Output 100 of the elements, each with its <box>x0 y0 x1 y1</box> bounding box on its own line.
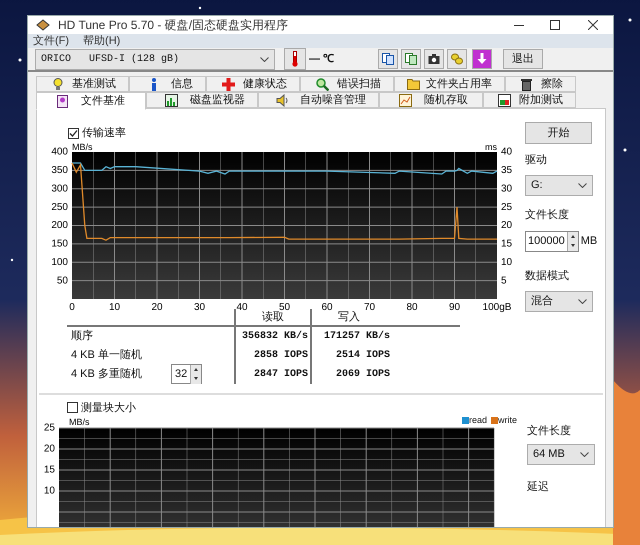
maximize-icon[interactable] <box>550 20 560 30</box>
toolbar-button[interactable] <box>401 49 422 69</box>
block-file-length-select[interactable]: 64 MB <box>527 444 595 465</box>
legend-label: write <box>498 416 517 425</box>
start-button[interactable]: 开始 <box>525 122 592 144</box>
axis-label: 400 <box>51 146 68 158</box>
minimize-icon[interactable] <box>514 24 524 26</box>
magnifier-icon <box>316 78 328 90</box>
window-title: HD Tune Pro 5.70 - 硬盘/固态硬盘实用程序 <box>58 17 288 34</box>
tab[interactable]: 错误扫描 <box>300 76 394 92</box>
write-value: 2514 IOPS <box>336 348 390 362</box>
axis-label: 25 <box>44 422 55 434</box>
chevron-down-icon <box>578 182 587 188</box>
document-icon <box>56 94 68 108</box>
unit-label: MB <box>580 234 598 250</box>
write-value: 2069 IOPS <box>336 368 390 382</box>
axis-label: 350 <box>51 164 68 176</box>
axis-label: 30 <box>501 182 512 194</box>
bar-chart-icon <box>165 94 178 106</box>
file-length-field[interactable]: 100000 <box>525 231 579 252</box>
axis-label: 10 <box>108 302 120 312</box>
tab[interactable]: 文件基准 <box>36 92 146 110</box>
axis-label: 20 <box>501 220 512 231</box>
menu-item[interactable]: 帮助(H) <box>83 32 120 50</box>
field-label: 延迟 <box>527 480 550 495</box>
field-label: 文件长度 <box>527 424 572 438</box>
axis-label: 100 <box>51 256 68 268</box>
temperature-button[interactable] <box>284 48 306 70</box>
tab[interactable]: 自动噪音管理 <box>258 92 379 108</box>
checkbox[interactable] <box>68 128 79 139</box>
row-label: 4 KB 多重随机 <box>71 366 143 382</box>
field-label: 数据模式 <box>525 269 570 284</box>
axis-label: 15 <box>501 238 512 250</box>
checkbox-label: 传输速率 <box>82 126 126 141</box>
axis-label: 0 <box>69 302 75 312</box>
app-icon <box>36 19 50 31</box>
close-icon[interactable] <box>588 20 598 30</box>
row-label: 4 KB 单一随机 <box>71 348 143 363</box>
info-icon <box>150 78 158 90</box>
tab[interactable]: 擦除 <box>505 76 576 92</box>
tab[interactable]: 文件夹占用率 <box>394 76 505 92</box>
tab[interactable]: 基准测试 <box>36 76 129 92</box>
drive-letter-select[interactable]: G: <box>525 174 593 196</box>
axis-label: 25 <box>501 201 512 212</box>
axis-unit: ms <box>485 142 497 152</box>
tab[interactable]: 随机存取 <box>379 92 483 108</box>
axis-unit: MB/s <box>72 142 93 152</box>
axis-label: 150 <box>51 238 68 250</box>
checkbox[interactable] <box>67 402 78 414</box>
axis-label: 250 <box>51 201 68 212</box>
axis-label: 50 <box>56 274 68 286</box>
copy-icon <box>382 53 394 65</box>
drive-select[interactable]: ORICO UFSD-I (128 gB) <box>35 48 275 70</box>
menu-item[interactable]: 文件(F) <box>33 32 70 50</box>
temperature-reading: — ℃ <box>309 52 334 67</box>
trash-icon <box>521 78 532 90</box>
camera-icon <box>428 53 440 65</box>
axis-label: 5 <box>501 274 507 286</box>
axis-unit: MB/s <box>69 417 90 427</box>
read-value: 356832 KB/s <box>242 330 308 344</box>
tab[interactable]: 附加测试 <box>483 92 576 108</box>
chevron-down-icon <box>580 452 589 457</box>
tab[interactable]: 磁盘监视器 <box>146 92 258 108</box>
coins-icon <box>451 53 464 65</box>
speaker-icon <box>276 94 290 106</box>
tab[interactable]: 健康状态 <box>206 76 300 92</box>
tab[interactable]: 信息 <box>129 76 206 92</box>
axis-label: 30 <box>194 302 206 312</box>
chevron-down-icon <box>260 56 269 62</box>
axis-label: 200 <box>51 220 68 231</box>
axis-label: 100gB <box>482 302 512 312</box>
data-mode-select[interactable]: 混合 <box>525 290 593 312</box>
write-value: 171257 KB/s <box>324 330 390 344</box>
toolbar-button[interactable] <box>378 49 398 69</box>
axis-label: 90 <box>448 302 460 312</box>
axis-label: 10 <box>44 486 55 497</box>
clipboard-icon <box>405 53 418 65</box>
queue-depth-field[interactable]: 32 <box>171 364 202 384</box>
scatter-chart-icon <box>398 94 412 106</box>
axis-label: 40 <box>501 146 512 158</box>
field-label: 文件长度 <box>525 208 570 222</box>
thermometer-icon <box>292 51 298 67</box>
toolbar-button[interactable] <box>424 49 444 69</box>
axis-label: 80 <box>406 302 418 312</box>
field-label: 驱动 <box>525 153 548 168</box>
folder-icon <box>407 78 420 90</box>
down-arrow-icon <box>476 53 488 65</box>
cross-icon <box>222 78 234 90</box>
exit-button[interactable]: 退出 <box>503 49 544 69</box>
axis-label: 15 <box>44 464 55 476</box>
axis-label: 20 <box>151 302 163 312</box>
row-label: 顺序 <box>71 328 94 344</box>
axis-label: 10 <box>501 256 512 268</box>
axis-label: 300 <box>51 182 68 194</box>
lightbulb-icon <box>52 78 62 90</box>
spin-buttons[interactable] <box>566 232 578 251</box>
spin-buttons[interactable] <box>190 364 202 384</box>
legend-label: read <box>468 416 487 425</box>
read-value: 2858 IOPS <box>254 348 308 362</box>
read-value: 2847 IOPS <box>254 368 308 382</box>
